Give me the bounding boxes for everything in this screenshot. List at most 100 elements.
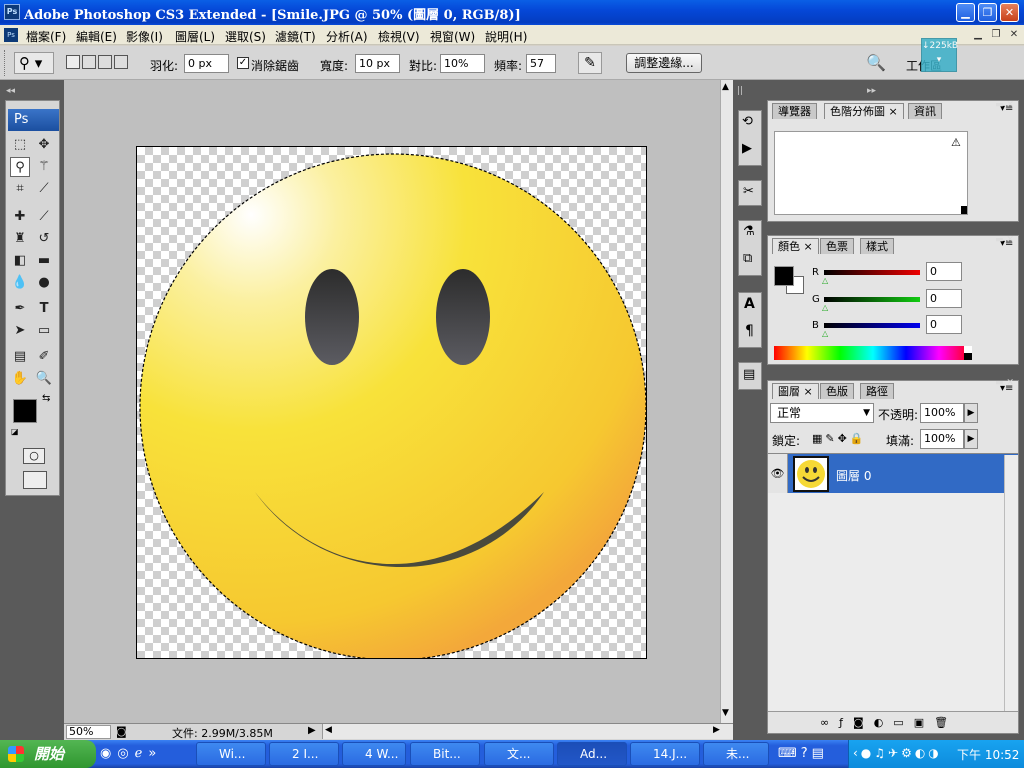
quick-mask-icon[interactable]: ○ [23, 448, 45, 464]
fill-arrow-icon[interactable]: ▶ [964, 429, 978, 449]
task-button-8[interactable]: 未... [703, 742, 769, 766]
options-grip[interactable] [4, 50, 8, 76]
tab-info[interactable]: 資訊 [908, 103, 942, 119]
contrast-input[interactable]: 10% [440, 54, 485, 73]
screen-mode-icon[interactable] [23, 471, 47, 489]
frequency-input[interactable]: 57 [526, 54, 556, 73]
b-slider-handle-icon[interactable]: △ [822, 329, 828, 338]
healing-brush-icon[interactable]: ✚ [10, 207, 30, 227]
tab-channels[interactable]: 色版 [820, 383, 854, 399]
doc-minimize-icon[interactable]: ▁ [970, 28, 986, 42]
history-icon[interactable]: ⟲ [742, 114, 753, 129]
layer-row[interactable]: 👁 圖層 0 [768, 453, 1018, 494]
marquee-tool-icon[interactable]: ⬚ [10, 135, 30, 155]
tab-close-icon[interactable]: × [804, 385, 813, 398]
menu-edit[interactable]: 編輯(E) [76, 28, 117, 45]
menu-help[interactable]: 說明(H) [485, 28, 527, 45]
brushes-icon[interactable]: ⚗ [743, 224, 755, 239]
intersect-selection-icon[interactable] [114, 55, 128, 69]
maximize-button[interactable]: ❐ [978, 3, 997, 22]
tool-presets-icon[interactable]: ✂ [743, 184, 754, 199]
notes-tool-icon[interactable]: ▤ [10, 347, 30, 367]
scroll-left-icon[interactable]: ◀ [325, 725, 332, 735]
default-colors-icon[interactable]: ◪ [11, 427, 19, 436]
blend-mode-select[interactable]: 正常 ▼ [770, 403, 874, 423]
history-brush-icon[interactable]: ↺ [34, 229, 54, 249]
antialias-checkbox[interactable]: ✓ [237, 57, 249, 69]
pen-pressure-icon[interactable]: ✎ [578, 52, 602, 74]
actions-icon[interactable]: ▶ [742, 141, 752, 156]
width-input[interactable]: 10 px [355, 54, 400, 73]
chevron-down-icon[interactable]: ▼ [863, 404, 870, 422]
r-slider[interactable] [824, 270, 920, 275]
doc-restore-icon[interactable]: ❐ [988, 28, 1004, 42]
task-button-1[interactable]: Wi... [196, 742, 266, 766]
r-slider-handle-icon[interactable]: △ [822, 276, 828, 285]
tab-paths[interactable]: 路徑 [860, 383, 894, 399]
paragraph-icon[interactable]: ¶ [745, 323, 754, 339]
visibility-eye-icon[interactable]: 👁 [768, 454, 788, 494]
g-slider-handle-icon[interactable]: △ [822, 303, 828, 312]
panel-minimize-icon[interactable]: ▬ ✕ [995, 378, 1014, 388]
menu-view[interactable]: 檢視(V) [378, 28, 420, 45]
layers-footer-icons[interactable]: ∞ƒ◙◐▭▣🗑 [768, 711, 1018, 733]
task-button-2[interactable]: 2 I... [269, 742, 339, 766]
color-spectrum-bar[interactable] [774, 346, 972, 360]
status-icon[interactable]: ◙ [116, 725, 127, 738]
blur-tool-icon[interactable]: 💧 [10, 273, 30, 293]
app-icon[interactable]: Ps [4, 4, 20, 20]
pen-tool-icon[interactable]: ✒ [10, 299, 30, 319]
collapse-arrows-icon[interactable]: ◂◂ [6, 86, 15, 96]
tab-styles[interactable]: 樣式 [860, 238, 894, 254]
slice-tool-icon[interactable]: ⟋ [34, 179, 54, 199]
menu-layer[interactable]: 圖層(L) [175, 28, 215, 45]
b-slider[interactable] [824, 323, 920, 328]
shape-tool-icon[interactable]: ▭ [34, 321, 54, 341]
tab-close-icon[interactable]: × [889, 105, 898, 118]
tab-histogram[interactable]: 色階分佈圖 × [824, 103, 904, 119]
layer-comps-icon[interactable]: ▤ [743, 367, 755, 382]
foreground-color-swatch[interactable] [13, 399, 37, 423]
horizontal-scrollbar[interactable]: ◀ ▶ [322, 724, 734, 739]
spectrum-black-chip[interactable] [964, 353, 972, 360]
layers-scrollbar[interactable] [1004, 455, 1018, 711]
menu-analysis[interactable]: 分析(A) [326, 28, 368, 45]
document-icon[interactable]: Ps [4, 28, 18, 42]
task-button-5[interactable]: 文... [484, 742, 554, 766]
refine-edge-button[interactable]: 調整邊緣... [626, 53, 702, 73]
tab-layers[interactable]: 圖層 × [772, 383, 819, 399]
tray-icons[interactable]: ‹●♫✈⚙◐◑ [853, 746, 942, 760]
clock[interactable]: 下午 10:52 [957, 746, 1019, 763]
path-selection-icon[interactable]: ➤ [10, 321, 30, 341]
task-button-6[interactable]: Ad... [557, 742, 627, 766]
clone-stamp-icon[interactable]: ♜ [10, 229, 30, 249]
r-input[interactable]: 0 [926, 262, 962, 281]
g-input[interactable]: 0 [926, 289, 962, 308]
eraser-tool-icon[interactable]: ◧ [10, 251, 30, 271]
spectrum-white-chip[interactable] [964, 346, 972, 353]
hand-tool-icon[interactable]: ✋ [10, 369, 30, 389]
g-slider[interactable] [824, 297, 920, 302]
magic-wand-tool-icon[interactable]: ⚚ [34, 157, 54, 177]
eyedropper-tool-icon[interactable]: ✐ [34, 347, 54, 367]
task-button-4[interactable]: Bit... [410, 742, 480, 766]
vertical-scrollbar[interactable]: ▲ ▼ [720, 80, 733, 723]
minimize-button[interactable]: ▁ [956, 3, 975, 22]
scroll-right-icon[interactable]: ▶ [713, 725, 720, 735]
status-menu-arrow-icon[interactable]: ▶ [308, 725, 316, 736]
lock-icons[interactable]: ▦✎✥🔒 [812, 432, 867, 445]
opacity-input[interactable]: 100% [920, 403, 964, 423]
task-button-7[interactable]: 14.J... [630, 742, 700, 766]
type-tool-icon[interactable]: T [34, 299, 54, 319]
toolbox-logo[interactable]: Ps [8, 109, 59, 131]
move-tool-icon[interactable]: ✥ [34, 135, 54, 155]
bridge-icon[interactable]: 🔍 [863, 50, 889, 76]
panel-minimize-icon[interactable]: ▬ ✕ [995, 100, 1014, 110]
zoom-tool-icon[interactable]: 🔍 [34, 369, 54, 389]
feather-input[interactable]: 0 px [184, 54, 229, 73]
dodge-tool-icon[interactable]: ● [34, 273, 54, 293]
magnetic-lasso-preset-icon[interactable]: ⚲ ▾ [14, 52, 54, 74]
document-canvas[interactable] [136, 146, 647, 659]
swap-colors-icon[interactable]: ⇆ [42, 393, 50, 404]
new-selection-icon[interactable] [66, 55, 80, 69]
